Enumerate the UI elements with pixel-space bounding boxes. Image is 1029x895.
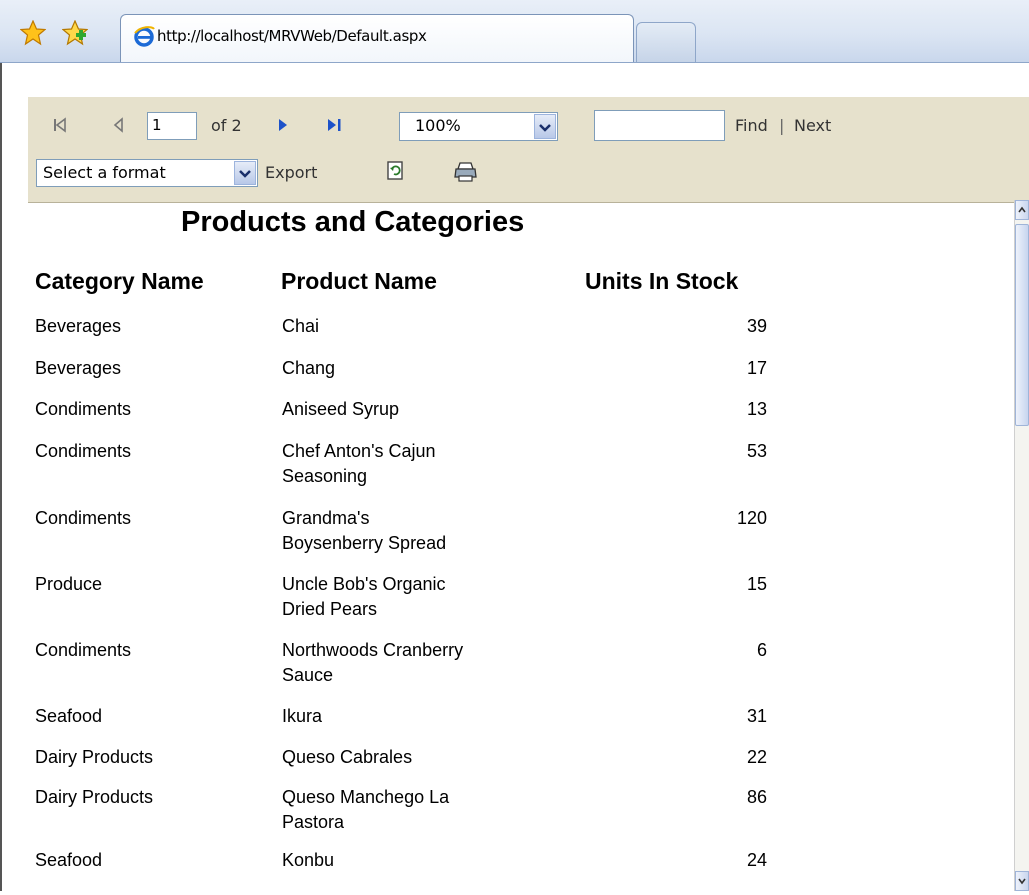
cell-units-in-stock: 17 — [746, 358, 767, 378]
cell-product: Chef Anton's Cajun — [282, 441, 436, 461]
column-header-units: Units In Stock — [585, 268, 739, 294]
cell-category: Condiments — [35, 640, 132, 660]
cell-product: Boysenberry Spread — [282, 533, 447, 553]
print-icon[interactable] — [454, 161, 478, 188]
cell-product: Seasoning — [282, 466, 368, 486]
vertical-scrollbar[interactable] — [1014, 200, 1029, 891]
cell-units-in-stock: 31 — [746, 706, 767, 726]
cell-product: Queso Manchego La — [282, 787, 450, 807]
cell-category: Dairy Products — [35, 787, 154, 807]
report-toolbar: 1 of 2 100% Find | Next Select a format … — [28, 97, 1029, 203]
previous-page-icon[interactable] — [112, 117, 126, 138]
toolbar-export-row: Select a format Export — [28, 153, 1029, 202]
cell-product: Ikura — [282, 706, 323, 726]
next-link[interactable]: Next — [794, 116, 831, 135]
last-page-icon[interactable] — [326, 117, 344, 138]
zoom-value: 100% — [415, 116, 461, 135]
cell-units-in-stock: 120 — [736, 508, 767, 528]
cell-product: Chai — [282, 316, 320, 336]
cell-product: Chang — [282, 358, 336, 378]
page-number-input[interactable]: 1 — [147, 112, 197, 140]
tab-title: http://localhost/MRVWeb/Default.aspx — [157, 27, 427, 45]
favorites-star-icon[interactable] — [19, 19, 47, 46]
add-favorite-star-icon[interactable] — [61, 19, 89, 46]
cell-product: Grandma's — [282, 508, 370, 528]
page-count-label: of 2 — [211, 116, 242, 135]
zoom-select[interactable]: 100% — [399, 112, 558, 141]
cell-category: Seafood — [35, 706, 103, 726]
scrollbar-thumb[interactable] — [1015, 224, 1029, 426]
cell-product: Pastora — [282, 812, 345, 832]
find-input[interactable] — [594, 110, 725, 141]
cell-units-in-stock: 39 — [746, 316, 767, 336]
cell-units-in-stock: 15 — [746, 574, 767, 594]
scroll-down-icon[interactable] — [1015, 871, 1029, 891]
cell-category: Condiments — [35, 441, 132, 461]
browser-tab-bar: http://localhost/MRVWeb/Default.aspx — [0, 0, 1029, 63]
internet-explorer-icon — [133, 25, 155, 47]
scroll-up-icon[interactable] — [1015, 200, 1029, 220]
chevron-down-icon[interactable] — [534, 114, 556, 139]
find-link[interactable]: Find — [735, 116, 768, 135]
cell-units-in-stock: 22 — [746, 747, 767, 767]
cell-category: Condiments — [35, 508, 132, 528]
toolbar-navigation-row: 1 of 2 100% Find | Next — [28, 97, 1029, 153]
first-page-icon[interactable] — [52, 117, 68, 138]
refresh-icon[interactable] — [385, 160, 407, 187]
export-link[interactable]: Export — [265, 163, 317, 182]
cell-units-in-stock: 24 — [746, 850, 767, 870]
cell-units-in-stock: 53 — [746, 441, 767, 461]
export-format-value: Select a format — [43, 163, 166, 182]
cell-units-in-stock: 86 — [746, 787, 767, 807]
cell-category: Beverages — [35, 316, 122, 336]
cell-product: Konbu — [282, 850, 335, 870]
cell-product: Queso Cabrales — [282, 747, 413, 767]
column-header-category: Category Name — [35, 268, 204, 294]
report-title: Products and Categories — [181, 206, 525, 238]
browser-tab-active[interactable]: http://localhost/MRVWeb/Default.aspx — [120, 14, 634, 62]
cell-units-in-stock: 13 — [746, 399, 767, 419]
cell-product: Sauce — [282, 665, 334, 685]
chevron-down-icon[interactable] — [234, 161, 256, 185]
cell-units-in-stock: 6 — [756, 640, 767, 660]
cell-category: Seafood — [35, 850, 103, 870]
cell-product: Uncle Bob's Organic — [282, 574, 446, 594]
cell-category: Beverages — [35, 358, 122, 378]
cell-product: Aniseed Syrup — [282, 399, 400, 419]
export-format-select[interactable]: Select a format — [36, 159, 258, 187]
new-tab-button[interactable] — [636, 22, 696, 62]
cell-product: Northwoods Cranberry — [282, 640, 464, 660]
cell-category: Condiments — [35, 399, 132, 419]
cell-category: Dairy Products — [35, 747, 154, 767]
cell-category: Produce — [35, 574, 103, 594]
find-separator: | — [779, 116, 785, 135]
cell-product: Dried Pears — [282, 599, 378, 619]
column-header-product: Product Name — [281, 268, 437, 294]
next-page-icon[interactable] — [276, 117, 290, 138]
